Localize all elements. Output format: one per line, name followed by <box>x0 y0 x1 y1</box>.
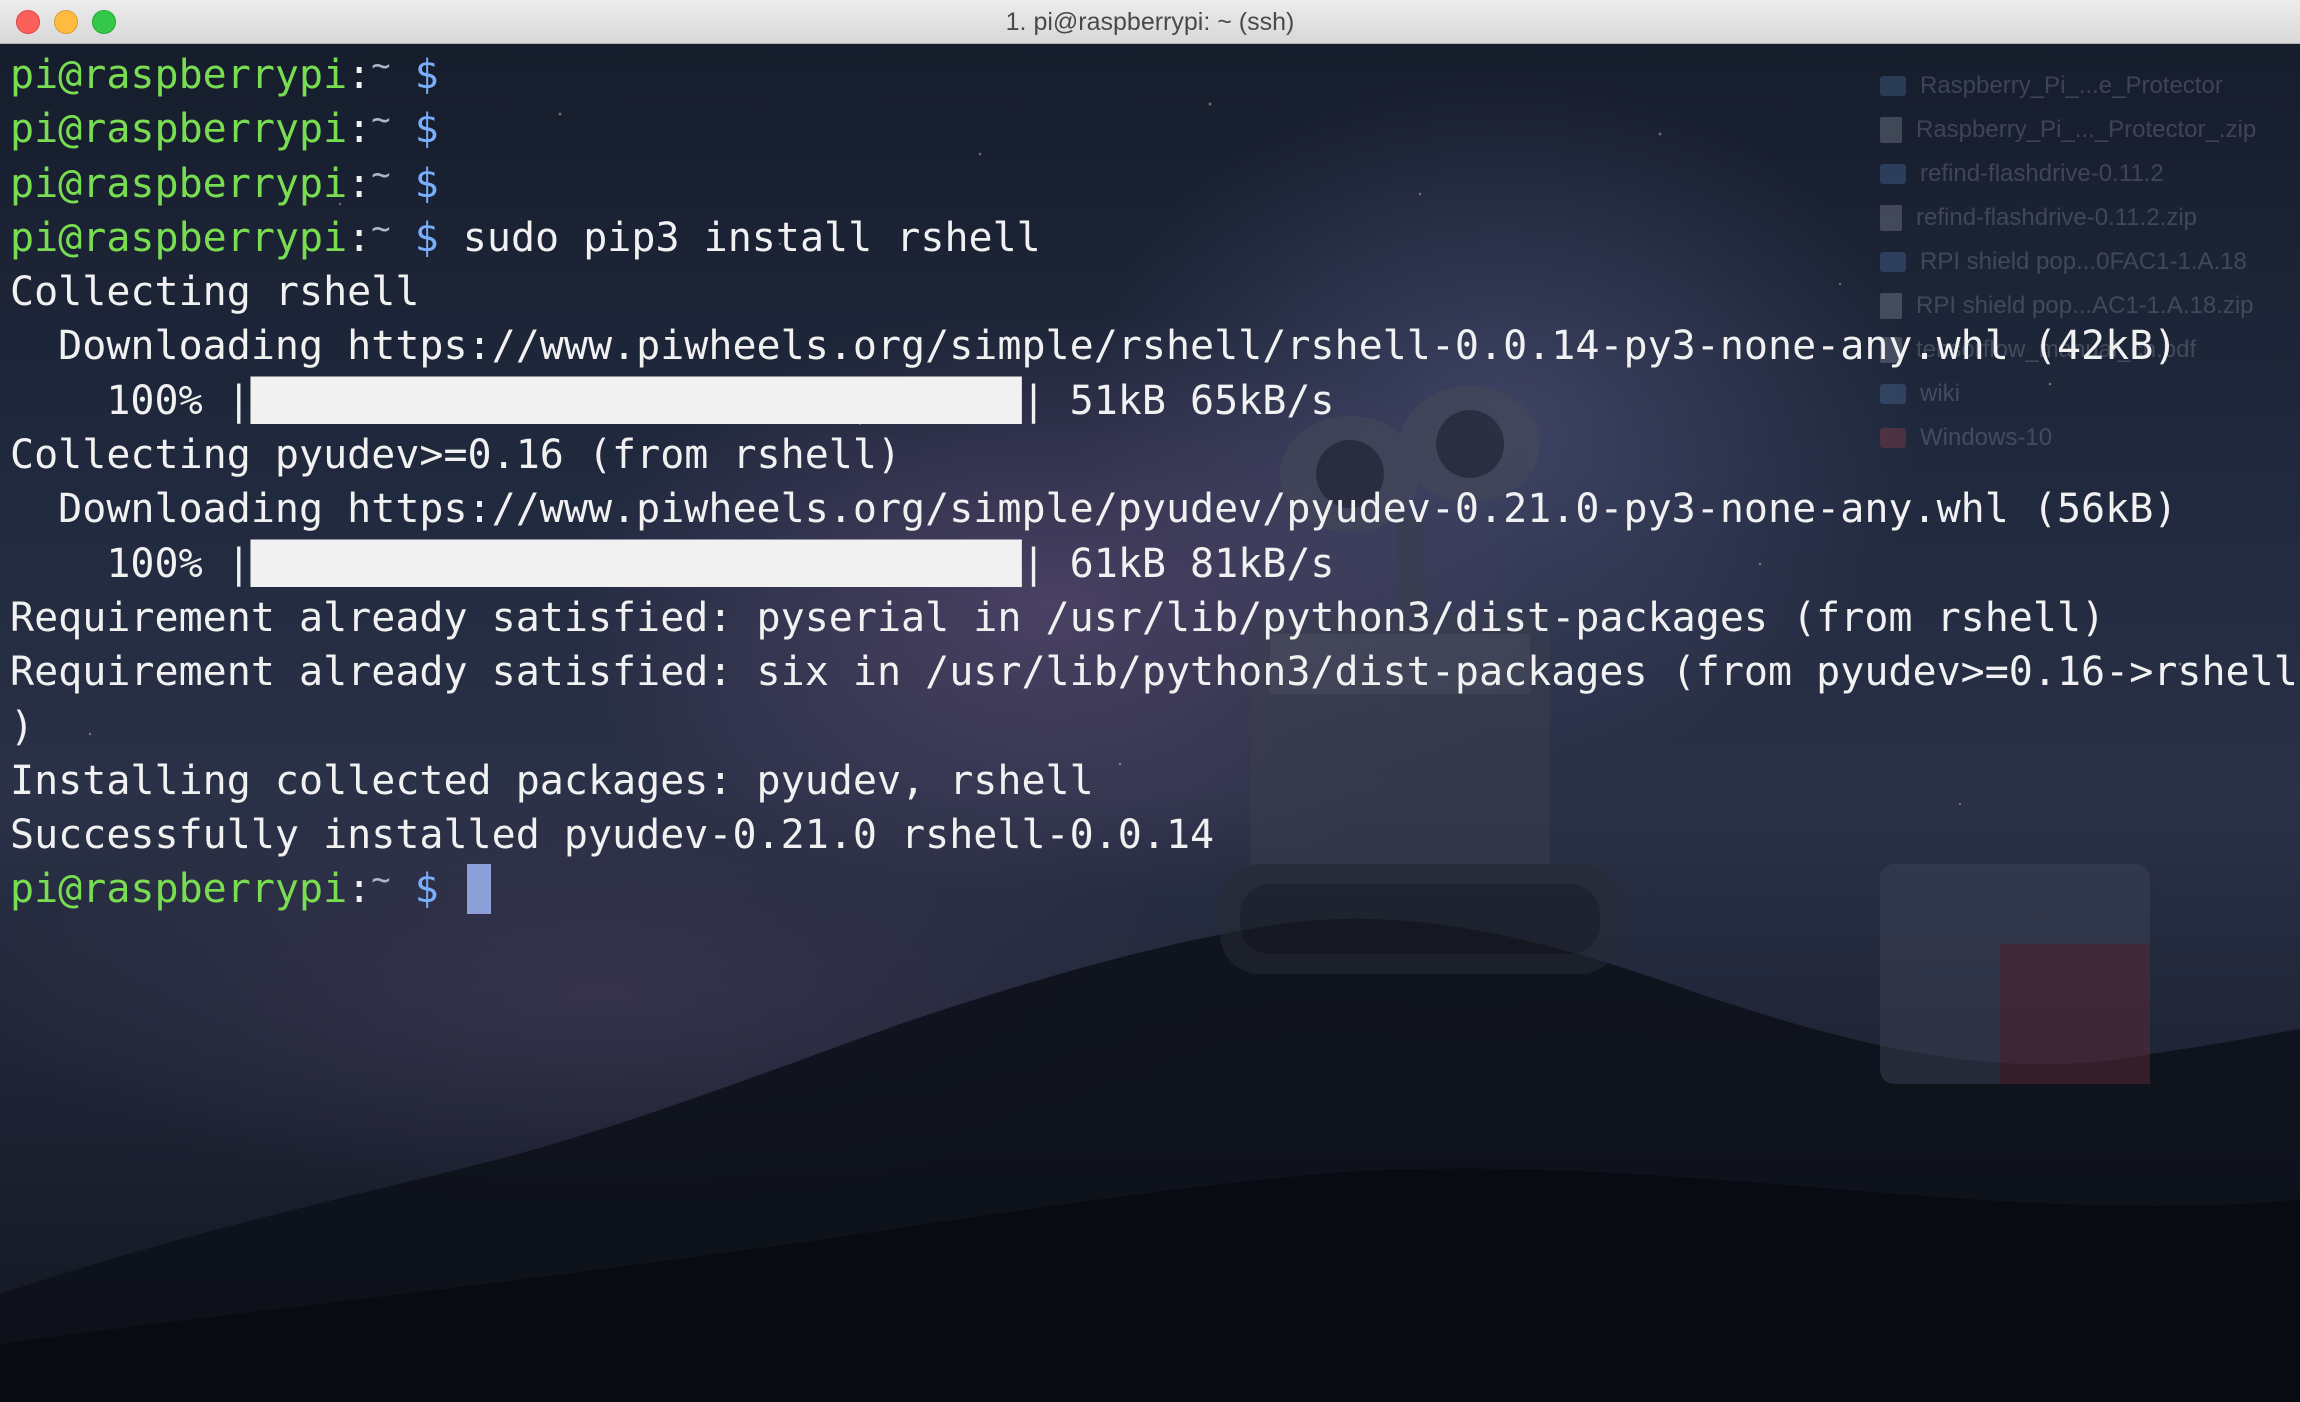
output-text: ) <box>10 703 35 750</box>
output-line: ) <box>10 700 2300 754</box>
prompt-user-host: pi@raspberrypi <box>10 52 348 98</box>
output-line: Requirement already satisfied: pyserial … <box>10 591 2300 645</box>
output-text: Successfully installed pyudev-0.21.0 rsh… <box>10 812 1215 859</box>
prompt-dollar: $ <box>414 52 439 98</box>
output-text: Requirement already satisfied: pyserial … <box>10 594 2106 641</box>
prompt-colon: : <box>347 866 372 913</box>
output-text: Installing collected packages: pyudev, r… <box>10 757 1094 804</box>
output-line: 100% |████████████████████████████████| … <box>10 374 2300 428</box>
prompt-colon: : <box>347 106 372 153</box>
prompt-user-host: pi@raspberrypi <box>10 160 348 207</box>
command-text: sudo pip3 install rshell <box>462 214 1041 261</box>
prompt-dollar: $ <box>414 214 439 261</box>
prompt-line: pi@raspberrypi:~ $ <box>10 100 2300 156</box>
prompt-dollar: $ <box>414 160 439 207</box>
prompt-colon: : <box>347 160 372 207</box>
prompt-colon: : <box>347 52 372 98</box>
output-text: Requirement already satisfied: six in /u… <box>10 649 2298 696</box>
prompt-dollar: $ <box>414 106 439 153</box>
output-line: Downloading https://www.piwheels.org/sim… <box>10 319 2300 373</box>
output-line: Downloading https://www.piwheels.org/sim… <box>10 482 2300 536</box>
output-text: Downloading https://www.piwheels.org/sim… <box>10 323 2178 370</box>
text-cursor[interactable] <box>466 864 491 915</box>
terminal-output[interactable]: pi@raspberrypi:~ $ pi@raspberrypi:~ $ pi… <box>10 46 2300 917</box>
prompt-dollar: $ <box>414 866 439 913</box>
window-title: 1. pi@raspberrypi: ~ (ssh) <box>1005 8 1295 36</box>
output-line: Requirement already satisfied: six in /u… <box>10 645 2300 699</box>
prompt-home-tilde: ~ <box>371 100 391 139</box>
prompt-line: pi@raspberrypi:~ $ <box>10 154 2300 211</box>
prompt-home-tilde: ~ <box>371 208 391 247</box>
prompt-home-tilde: ~ <box>371 46 391 84</box>
prompt-colon: : <box>347 214 372 261</box>
prompt-line: pi@raspberrypi:~ $ <box>10 860 2300 916</box>
output-line: Collecting rshell <box>10 265 2300 319</box>
prompt-user-host: pi@raspberrypi <box>10 866 348 913</box>
prompt-user-host: pi@raspberrypi <box>10 106 348 153</box>
output-text: Downloading https://www.piwheels.org/sim… <box>10 486 2178 533</box>
prompt-user-host: pi@raspberrypi <box>10 214 348 261</box>
title-bar[interactable]: 1. pi@raspberrypi: ~ (ssh) <box>0 0 2300 44</box>
prompt-line: pi@raspberrypi:~ $ sudo pip3 install rsh… <box>10 208 2300 265</box>
output-line: Installing collected packages: pyudev, r… <box>10 754 2300 808</box>
prompt-home-tilde: ~ <box>371 154 391 193</box>
prompt-line: pi@raspberrypi:~ $ <box>10 46 2300 102</box>
output-text: Collecting rshell <box>10 269 420 316</box>
output-line: Collecting pyudev>=0.16 (from rshell) <box>10 428 2300 482</box>
output-text: Collecting pyudev>=0.16 (from rshell) <box>10 432 902 479</box>
terminal-window: 1. pi@raspberrypi: ~ (ssh) Raspberry_Pi_… <box>0 0 2300 1402</box>
output-line: 100% |████████████████████████████████| … <box>10 537 2300 591</box>
output-line: Successfully installed pyudev-0.21.0 rsh… <box>10 808 2300 862</box>
output-text: 100% |████████████████████████████████| … <box>10 540 1335 587</box>
prompt-home-tilde: ~ <box>371 860 391 899</box>
output-text: 100% |████████████████████████████████| … <box>10 377 1335 424</box>
